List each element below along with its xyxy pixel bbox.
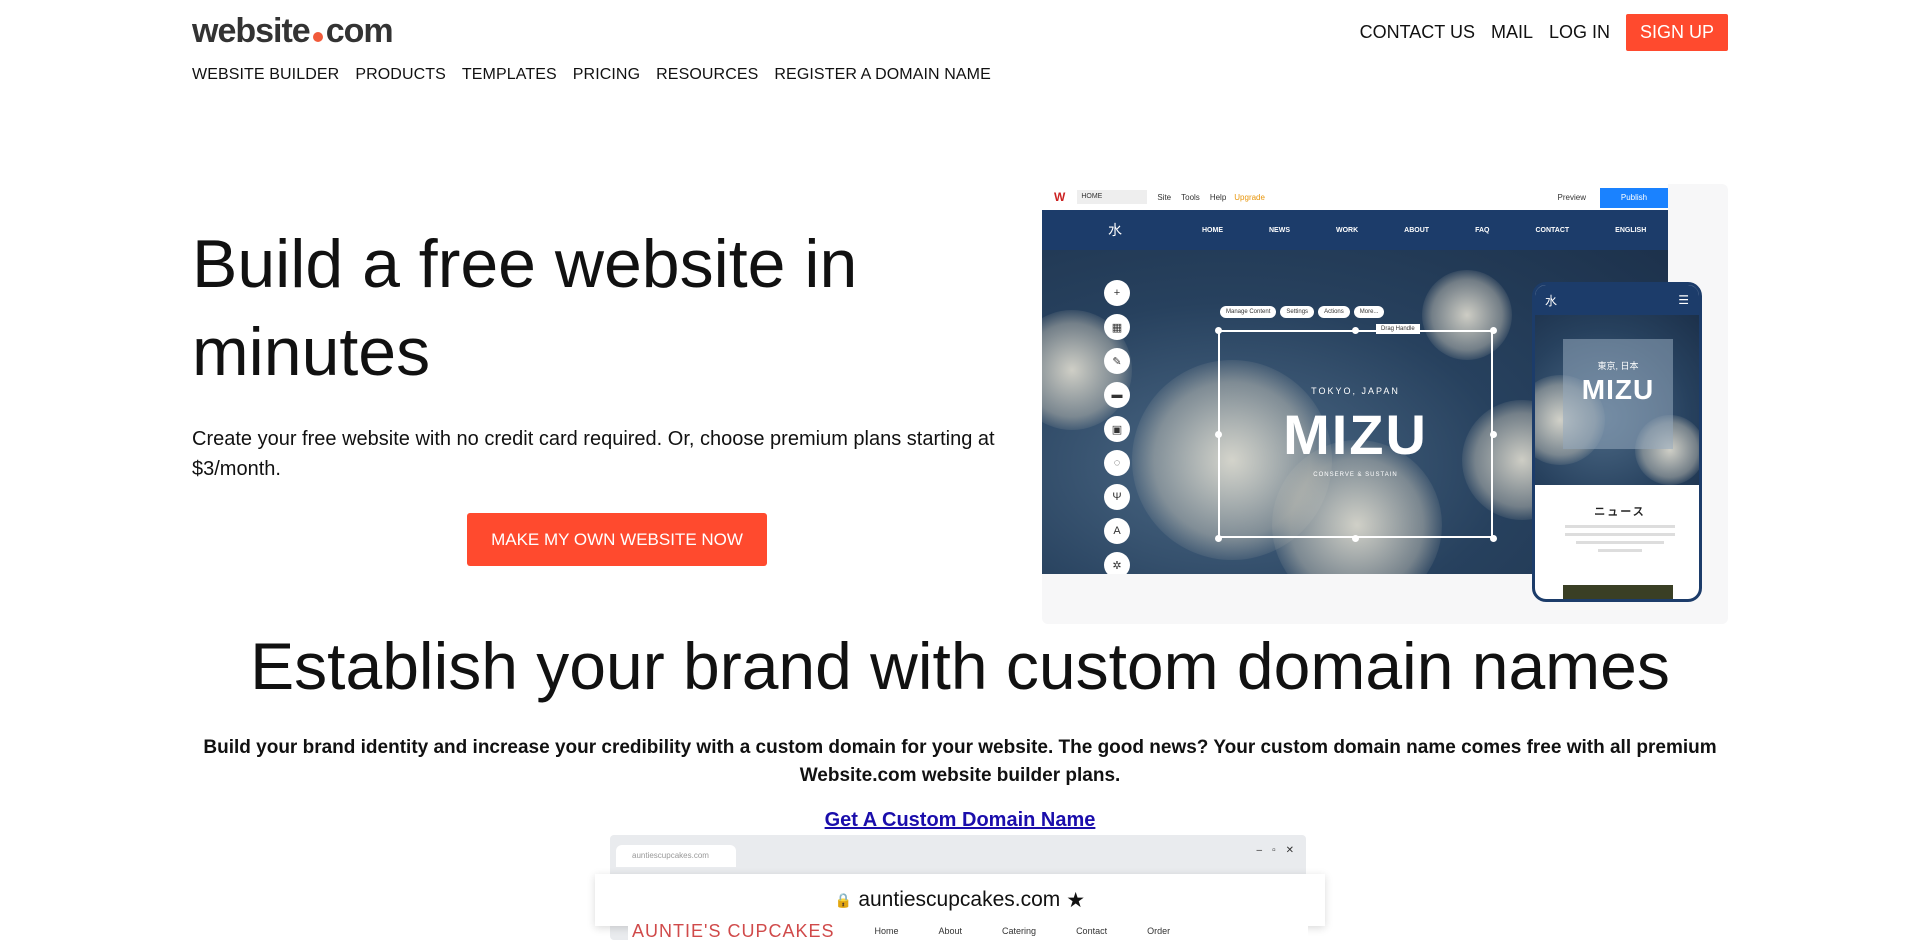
tagline-text: CONSERVE & SUSTAIN [1313, 472, 1398, 478]
main-nav: WEBSITE BUILDER PRODUCTS TEMPLATES PRICI… [192, 66, 991, 84]
drag-handle: Drag Handle [1376, 324, 1420, 334]
mail-link[interactable]: MAIL [1491, 22, 1533, 43]
nav-products[interactable]: PRODUCTS [355, 66, 446, 84]
nav-pricing[interactable]: PRICING [573, 66, 640, 84]
chat-icon: ◌ [1104, 450, 1130, 476]
text-icon: A [1104, 518, 1130, 544]
mizu-nav-item: ABOUT [1404, 226, 1430, 234]
folder-icon: ▬ [1104, 382, 1130, 408]
section-subtitle: Build your brand identity and increase y… [203, 737, 1717, 786]
phone-hero: 東京, 日本 MIZU [1535, 315, 1699, 485]
cupcake-nav-item: Contact [1076, 926, 1108, 936]
phone-image [1563, 585, 1673, 599]
lock-icon: 🔒 [834, 891, 853, 908]
cupcake-nav-item: About [938, 926, 963, 936]
log-in-link[interactable]: LOG IN [1549, 22, 1610, 43]
mizu-brand: MIZU [1283, 403, 1428, 466]
cupcake-nav-item: Home [874, 926, 899, 936]
cupcake-nav-item: Catering [1002, 926, 1037, 936]
phone-news-heading: ニュース [1594, 506, 1646, 518]
nav-templates[interactable]: TEMPLATES [462, 66, 557, 84]
logo-dot [312, 31, 323, 42]
editor-logo-icon: W [1054, 190, 1066, 204]
make-website-button[interactable]: MAKE MY OWN WEBSITE NOW [467, 513, 767, 566]
menu-help: Help [1209, 192, 1227, 202]
hero-subtitle: Create your free website with no credit … [192, 428, 995, 480]
actions-pill: Actions [1318, 306, 1350, 318]
cupcake-site-header: AUNTIE'S CUPCAKES Home About Catering Co… [628, 920, 1308, 940]
cupcake-nav-item: Order [1147, 926, 1171, 936]
mizu-nav-item: NEWS [1269, 226, 1290, 234]
contact-us-link[interactable]: CONTACT US [1360, 22, 1475, 43]
mizu-nav-item: FAQ [1475, 226, 1490, 234]
mizu-logo: 水 [1108, 222, 1122, 238]
minimize-icon: – [1256, 845, 1263, 856]
manage-content-pill: Manage Content [1220, 306, 1277, 318]
browser-tab: auntiescupcakes.com [616, 845, 736, 867]
sign-up-button[interactable]: SIGN UP [1625, 14, 1728, 51]
phone-logo: 水 [1545, 293, 1558, 308]
mizu-nav-item: CONTACT [1535, 226, 1570, 234]
page-select: HOME [1077, 190, 1148, 204]
phone-brand: MIZU [1581, 374, 1655, 405]
custom-domain-link[interactable]: Get A Custom Domain Name [0, 809, 1920, 832]
top-nav: CONTACT US MAIL LOG IN SIGN UP [1360, 14, 1728, 51]
phone-location: 東京, 日本 [1597, 361, 1639, 371]
logo-text-left: website [192, 12, 311, 50]
logo-text-right: com [325, 12, 394, 50]
phone-brand-box: 東京, 日本 MIZU [1563, 339, 1673, 449]
more-pill: More... [1353, 306, 1385, 318]
settings-icon: ✲ [1104, 552, 1130, 574]
mizu-nav-item: WORK [1336, 226, 1359, 234]
mizu-nav-item: HOME [1202, 226, 1223, 234]
mizu-nav-item: ENGLISH [1615, 226, 1647, 234]
design-icon: ✎ [1104, 348, 1130, 374]
upgrade-label: Upgrade [1234, 192, 1265, 202]
hero-title: Build a free website in minutes [192, 226, 858, 390]
url-bar: 🔒 auntiescupcakes.com ★ [595, 874, 1325, 926]
maximize-icon: ▫ [1272, 845, 1276, 856]
location-text: TOKYO, JAPAN [1311, 386, 1400, 396]
settings-pill: Settings [1280, 306, 1315, 318]
add-icon: + [1104, 280, 1130, 306]
mizu-nav: 水 HOME NEWS WORK ABOUT FAQ CONTACT ENGLI… [1042, 210, 1668, 250]
cupcake-logo: AUNTIE'S CUPCAKES [632, 920, 835, 940]
image-icon: ▣ [1104, 416, 1130, 442]
layout-icon: ▦ [1104, 314, 1130, 340]
menu-site: Site [1157, 192, 1172, 202]
close-icon: ✕ [1285, 845, 1294, 856]
publish-label: Publish [1600, 188, 1668, 208]
nav-register-domain[interactable]: REGISTER A DOMAIN NAME [774, 66, 990, 84]
mobile-preview: 水 ☰ 東京, 日本 MIZU ニュース [1532, 282, 1702, 602]
menu-icon: ☰ [1678, 293, 1689, 307]
site-logo[interactable]: website com [192, 12, 394, 51]
content-toolbar: Manage Content Settings Actions More... [1220, 306, 1385, 318]
star-icon: ★ [1066, 888, 1086, 912]
url-text: auntiescupcakes.com [858, 888, 1061, 911]
phone-text-lines [1565, 525, 1675, 557]
editor-tool-rail: + ▦ ✎ ▬ ▣ ◌ Ψ A ✲ [1104, 280, 1130, 574]
nav-website-builder[interactable]: WEBSITE BUILDER [192, 66, 339, 84]
builder-mockup-image: W HOME Site Tools Help Upgrade Preview P… [1042, 184, 1728, 624]
menu-tools: Tools [1181, 192, 1200, 202]
window-controls: – ▫ ✕ [1257, 845, 1295, 856]
phone-header: 水 ☰ [1535, 285, 1699, 315]
section-title: Establish your brand with custom domain … [250, 629, 1670, 703]
preview-label: Preview [1557, 192, 1586, 202]
editor-toolbar: W HOME Site Tools Help Upgrade Preview P… [1042, 184, 1668, 210]
restaurant-icon: Ψ [1104, 484, 1130, 510]
nav-resources[interactable]: RESOURCES [656, 66, 758, 84]
